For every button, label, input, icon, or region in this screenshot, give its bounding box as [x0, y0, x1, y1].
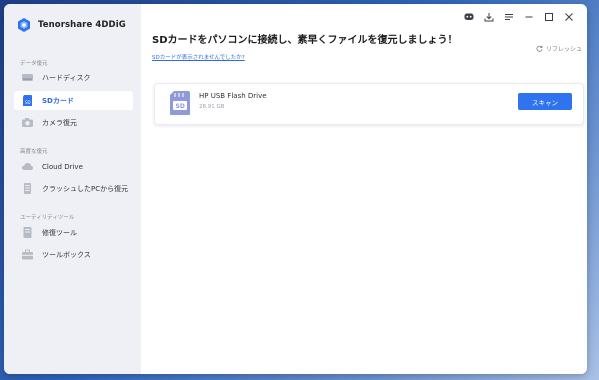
- sidebar-item-label: カメラ復元: [42, 118, 77, 127]
- menu-icon: [505, 14, 513, 20]
- minimize-button[interactable]: [521, 10, 537, 24]
- hard-disk-icon: [22, 74, 33, 81]
- section-label-utility-tools: ユーティリティツール: [20, 215, 75, 221]
- sidebar-item-label: Cloud Drive: [42, 162, 83, 171]
- sidebar-item-label: SDカード: [42, 96, 74, 105]
- sd-card-drive-icon: SD: [170, 91, 190, 115]
- crashed-pc-icon: [24, 183, 31, 194]
- sidebar-item-hard-disk[interactable]: ハードディスク: [14, 68, 133, 87]
- drive-name: HP USB Flash Drive: [199, 92, 267, 100]
- menu-button[interactable]: [501, 10, 517, 24]
- svg-text:SD: SD: [176, 103, 185, 110]
- toolbox-icon: [22, 249, 33, 260]
- sidebar-item-label: 修復ツール: [42, 228, 77, 237]
- feedback-button[interactable]: [461, 10, 477, 24]
- download-button[interactable]: [481, 10, 497, 24]
- app-window: Tenorshare 4DDiG データ復元 ハードディスク SD SDカード: [4, 4, 587, 374]
- app-logo-row: Tenorshare 4DDiG: [16, 17, 126, 33]
- sidebar-item-camera[interactable]: カメラ復元: [14, 113, 133, 132]
- download-icon: [484, 13, 494, 22]
- sd-card-icon: SD: [23, 95, 32, 106]
- sd-not-shown-help-link[interactable]: SDカードが表示されませんでしたか?: [152, 53, 245, 61]
- app-logo-icon: [18, 18, 30, 32]
- sidebar-item-repair-tool[interactable]: 修復ツール: [14, 223, 133, 242]
- maximize-icon: [545, 13, 553, 21]
- repair-icon: [23, 227, 32, 238]
- section-label-advanced-recovery: 高度な復元: [20, 149, 48, 155]
- sidebar-item-cloud-drive[interactable]: Cloud Drive: [14, 157, 133, 176]
- sidebar-item-sd-card[interactable]: SD SDカード: [14, 91, 133, 110]
- sidebar: Tenorshare 4DDiG データ復元 ハードディスク SD SDカード: [4, 4, 141, 374]
- maximize-button[interactable]: [541, 10, 557, 24]
- section-label-data-recovery: データ復元: [20, 61, 48, 67]
- minimize-icon: [525, 16, 533, 18]
- scan-button[interactable]: スキャン: [518, 93, 572, 110]
- camera-icon: [22, 118, 33, 127]
- refresh-icon: [536, 45, 543, 52]
- close-icon: [565, 13, 573, 21]
- refresh-button[interactable]: リフレッシュ: [536, 44, 582, 53]
- cloud-icon: [22, 163, 33, 170]
- sidebar-item-label: クラッシュしたPCから復元: [42, 184, 129, 193]
- sidebar-item-label: ツールボックス: [42, 250, 91, 259]
- feedback-icon: [464, 13, 474, 20]
- refresh-label: リフレッシュ: [546, 46, 583, 53]
- drive-card[interactable]: SD HP USB Flash Drive 28.91 GB スキャン: [154, 83, 584, 125]
- drive-size: 28.91 GB: [199, 104, 225, 110]
- sidebar-item-toolbox[interactable]: ツールボックス: [14, 245, 133, 264]
- sidebar-item-crashed-pc[interactable]: クラッシュしたPCから復元: [14, 179, 133, 198]
- titlebar-controls: [461, 10, 577, 24]
- app-title: Tenorshare 4DDiG: [38, 20, 126, 30]
- svg-text:SD: SD: [25, 100, 31, 105]
- page-title: SDカードをパソコンに接続し、素早くファイルを復元しましょう！: [152, 35, 458, 46]
- sidebar-item-label: ハードディスク: [42, 73, 91, 82]
- close-button[interactable]: [561, 10, 577, 24]
